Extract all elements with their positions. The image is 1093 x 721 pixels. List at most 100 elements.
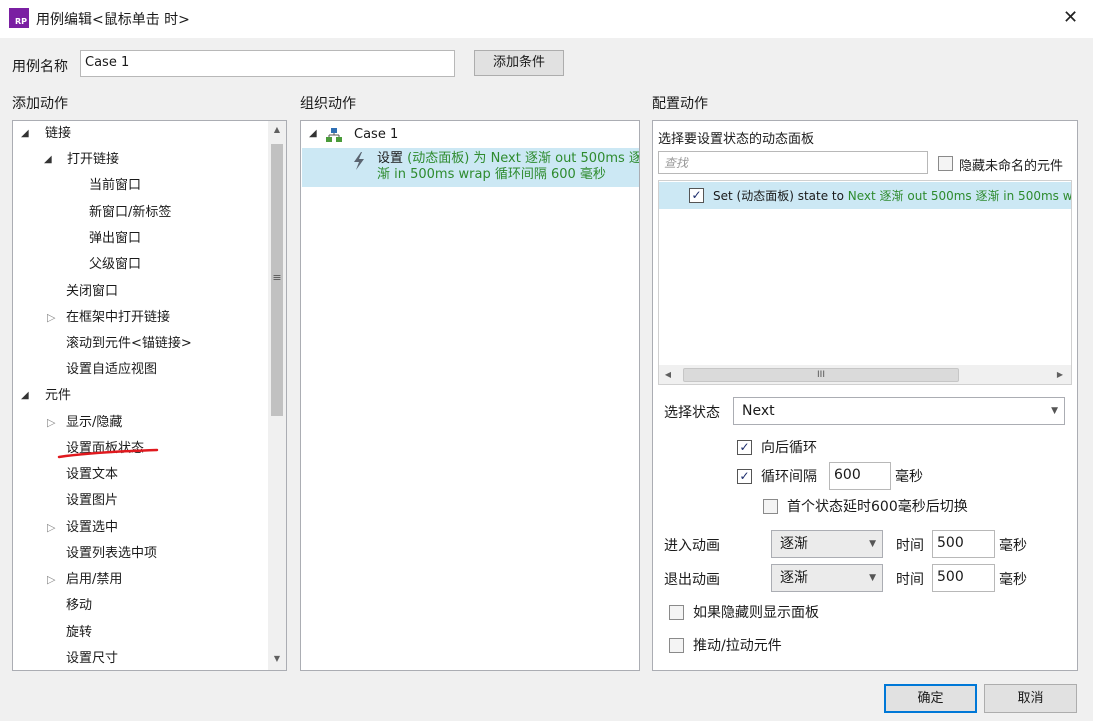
repeat-label: 循环间隔: [761, 469, 817, 485]
organize-actions-tree[interactable]: ◢ Case 1 设置 (动态面板) 为 Next 逐渐 out 500ms 逐…: [300, 120, 640, 671]
collapse-triangle-icon[interactable]: ◢: [21, 384, 29, 408]
repeat-checkbox[interactable]: ✓: [737, 469, 752, 484]
show-if-hidden-checkbox[interactable]: [669, 605, 684, 620]
hide-unnamed-label: 隐藏未命名的元件: [959, 159, 1064, 174]
select-state-value: Next: [742, 403, 775, 419]
tree-item-current-window[interactable]: 当前窗口: [89, 174, 141, 198]
select-state-label: 选择状态: [664, 405, 720, 421]
collapse-triangle-icon[interactable]: ◢: [309, 128, 317, 139]
tree-item-label: 元件: [45, 388, 72, 403]
tree-item-set-selected[interactable]: ▷ 设置选中: [13, 516, 268, 540]
close-button[interactable]: ✕: [1048, 0, 1093, 38]
tree-item-widgets[interactable]: ◢ 元件: [13, 384, 268, 408]
tree-item-enable-disable[interactable]: ▷ 启用/禁用: [13, 568, 268, 592]
tree-item-close-window[interactable]: 关闭窗口: [66, 280, 118, 304]
tree-item-label: 打开链接: [67, 152, 120, 167]
chevron-down-icon: ▼: [869, 539, 876, 549]
tree-item-set-text[interactable]: 设置文本: [66, 463, 118, 487]
tree-item-new-window[interactable]: 新窗口/新标签: [89, 201, 171, 225]
first-delay-checkbox[interactable]: [763, 499, 778, 514]
animate-in-unit: 毫秒: [999, 538, 1027, 554]
axure-app-icon: RP: [9, 8, 29, 28]
tree-item-label: 设置选中: [66, 520, 119, 535]
tree-item-set-list-selection[interactable]: 设置列表选中项: [66, 542, 157, 566]
show-if-hidden-label: 如果隐藏则显示面板: [693, 605, 819, 621]
wrap-checkbox[interactable]: ✓: [737, 440, 752, 455]
tree-item-label: 显示/隐藏: [66, 415, 123, 430]
animate-out-time-input[interactable]: 500: [932, 564, 995, 592]
case-name-input[interactable]: Case 1: [80, 50, 455, 77]
action-row-selected[interactable]: 设置 (动态面板) 为 Next 逐渐 out 500ms 逐 渐 in 500…: [302, 148, 639, 187]
animate-out-value: 逐渐: [780, 570, 808, 586]
select-state-dropdown[interactable]: Next ▼: [733, 397, 1065, 425]
cancel-button[interactable]: 取消: [984, 684, 1077, 713]
animate-out-unit: 毫秒: [999, 572, 1027, 588]
tree-item-set-adaptive-view[interactable]: 设置自适应视图: [66, 358, 157, 382]
animate-out-dropdown[interactable]: 逐渐 ▼: [771, 564, 883, 592]
lightning-icon: [354, 152, 364, 170]
repeat-interval-input[interactable]: 600: [829, 462, 891, 490]
push-pull-label: 推动/拉动元件: [693, 638, 782, 654]
expand-triangle-icon[interactable]: ▷: [47, 568, 55, 592]
expand-triangle-icon[interactable]: ▷: [47, 306, 55, 330]
animate-in-dropdown[interactable]: 逐渐 ▼: [771, 530, 883, 558]
scroll-right-arrow-icon[interactable]: ▶: [1055, 370, 1065, 379]
window-title: 用例编辑<鼠标单击 时>: [36, 12, 190, 28]
ok-button[interactable]: 确定: [884, 684, 977, 713]
tree-item-label: 在框架中打开链接: [66, 310, 171, 325]
animate-in-label: 进入动画: [664, 538, 720, 554]
animate-out-label: 退出动画: [664, 572, 720, 588]
tree-item-link[interactable]: ◢ 链接: [13, 122, 268, 146]
add-actions-title: 添加动作: [12, 96, 68, 112]
repeat-unit: 毫秒: [895, 469, 923, 485]
widget-row-selected[interactable]: ✓ Set (动态面板) state to Next 逐渐 out 500ms …: [659, 182, 1072, 209]
tree-item-set-image[interactable]: 设置图片: [66, 489, 118, 513]
search-input[interactable]: 查找: [658, 151, 928, 174]
tree-item-set-size[interactable]: 设置尺寸: [66, 647, 118, 670]
grip-icon: ≡: [272, 271, 282, 284]
expand-triangle-icon[interactable]: ▷: [47, 516, 55, 540]
panel-section-title: 选择要设置状态的动态面板: [658, 132, 815, 147]
tree-item-popup-window[interactable]: 弹出窗口: [89, 227, 141, 251]
add-condition-button[interactable]: 添加条件: [474, 50, 564, 76]
tree-item-label: 链接: [45, 126, 72, 141]
tree-item-show-hide[interactable]: ▷ 显示/隐藏: [13, 411, 268, 435]
animate-in-time-label: 时间: [896, 538, 924, 554]
wrap-label: 向后循环: [761, 440, 817, 456]
red-underline-annotation: [57, 448, 159, 459]
tree-item-move[interactable]: 移动: [66, 594, 92, 618]
tree-item-label: 启用/禁用: [66, 572, 123, 587]
widget-row-checkbox[interactable]: ✓: [689, 188, 704, 203]
widget-row-text: Set (动态面板) state to Next 逐渐 out 500ms 逐渐…: [713, 189, 1072, 203]
add-actions-tree[interactable]: ◢ 链接 ◢ 打开链接 当前窗口 新窗口/新标签 弹出窗口 父级窗口 关闭窗口 …: [12, 120, 287, 671]
scroll-left-arrow-icon[interactable]: ◀: [663, 370, 673, 379]
organize-actions-title: 组织动作: [300, 96, 356, 112]
animate-in-time-input[interactable]: 500: [932, 530, 995, 558]
vertical-scrollbar[interactable]: ▲ ≡ ▼: [268, 121, 286, 670]
configure-actions-panel: 选择要设置状态的动态面板 查找 隐藏未命名的元件 ✓ Set (动态面板) st…: [652, 120, 1078, 671]
hide-unnamed-checkbox[interactable]: [938, 156, 953, 171]
push-pull-checkbox[interactable]: [669, 638, 684, 653]
scroll-up-arrow-icon[interactable]: ▲: [268, 125, 286, 134]
collapse-triangle-icon[interactable]: ◢: [21, 122, 29, 146]
tree-item-rotate[interactable]: 旋转: [66, 621, 92, 645]
tree-item-parent-window[interactable]: 父级窗口: [89, 253, 141, 277]
case-icon: [326, 128, 342, 142]
scroll-down-arrow-icon[interactable]: ▼: [268, 654, 286, 663]
chevron-down-icon: ▼: [1051, 406, 1058, 416]
horizontal-scrollbar[interactable]: ◀ III ▶: [659, 365, 1071, 384]
action-description: 设置 (动态面板) 为 Next 逐渐 out 500ms 逐 渐 in 500…: [377, 151, 640, 182]
case-label[interactable]: Case 1: [354, 127, 398, 142]
first-delay-label: 首个状态延时600毫秒后切换: [787, 499, 968, 515]
expand-triangle-icon[interactable]: ▷: [47, 411, 55, 435]
animate-out-time-label: 时间: [896, 572, 924, 588]
case-name-label: 用例名称: [12, 59, 68, 75]
collapse-triangle-icon[interactable]: ◢: [44, 148, 52, 172]
configure-actions-title: 配置动作: [652, 96, 708, 112]
widget-list[interactable]: ✓ Set (动态面板) state to Next 逐渐 out 500ms …: [658, 180, 1072, 385]
tree-item-open-link[interactable]: ◢ 打开链接: [13, 148, 268, 172]
tree-item-open-in-frame[interactable]: ▷ 在框架中打开链接: [13, 306, 268, 330]
tree-item-scroll-to-widget[interactable]: 滚动到元件<锚链接>: [66, 332, 192, 356]
scrollbar-thumb[interactable]: III: [683, 368, 959, 382]
chevron-down-icon: ▼: [869, 573, 876, 583]
